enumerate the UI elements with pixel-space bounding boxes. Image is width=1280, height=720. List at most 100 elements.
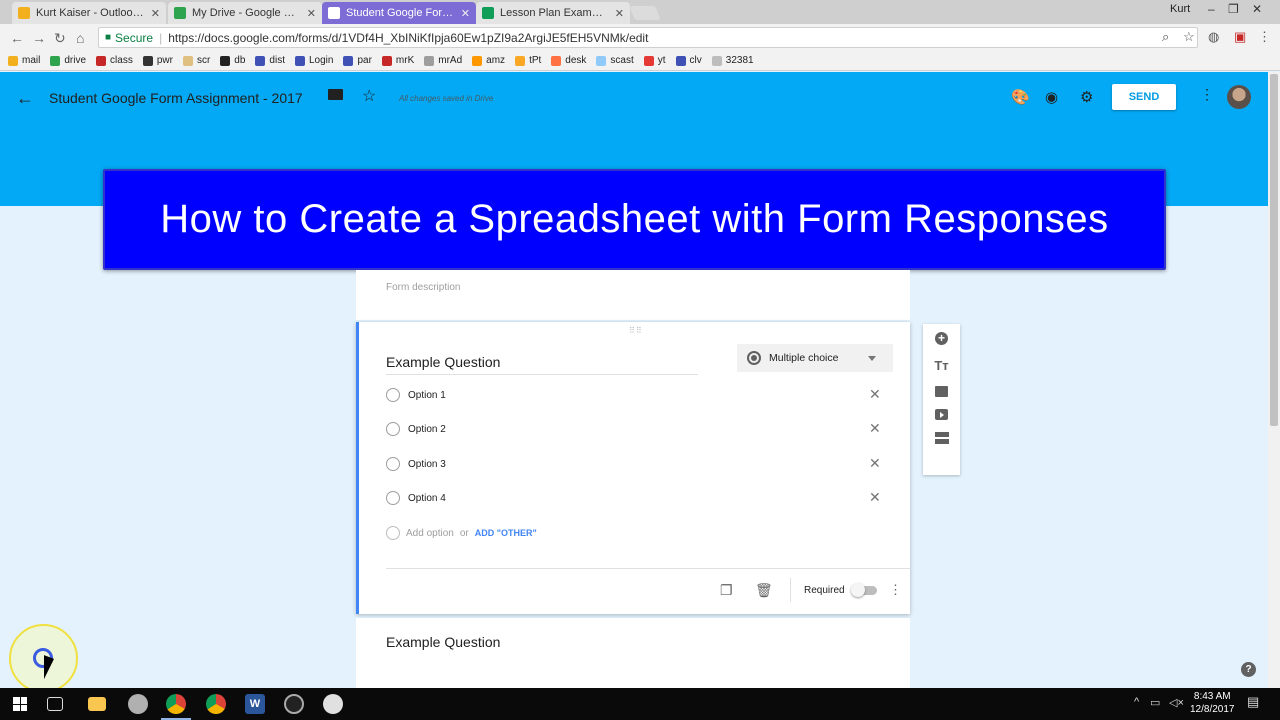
browser-tab-outlook[interactable]: Kurt Kaiser - Outlook W ✕	[12, 2, 166, 24]
notifications-icon[interactable]: ▤	[1247, 694, 1259, 710]
question-more-icon[interactable]: ⋮	[889, 582, 902, 598]
profile-name[interactable]: Kurt	[1170, 3, 1190, 15]
extension-red-icon[interactable]: ▣	[1234, 29, 1246, 45]
media-app-icon[interactable]	[284, 694, 304, 714]
add-other-link[interactable]: ADD "OTHER"	[475, 528, 537, 538]
back-arrow-icon[interactable]: ←	[16, 88, 34, 109]
question-card[interactable]: Example Question	[356, 618, 910, 688]
bookmark-item[interactable]: amz	[472, 55, 505, 66]
tab-close-icon[interactable]: ✕	[151, 7, 160, 20]
volume-icon[interactable]: ◁×	[1169, 696, 1184, 709]
bookmark-item[interactable]: mrAd	[424, 55, 462, 66]
bookmark-item[interactable]: scast	[596, 55, 634, 66]
bookmark-item[interactable]: clv	[675, 55, 702, 66]
tab-close-icon[interactable]: ✕	[461, 7, 470, 20]
option-row[interactable]: Option 3	[386, 457, 446, 471]
drag-handle-icon[interactable]: ⠿⠿	[629, 326, 643, 335]
browser-tab-forms[interactable]: Student Google Form A ✕	[322, 2, 476, 24]
settings-gear-icon[interactable]: ⚙	[1080, 88, 1093, 106]
restore-icon[interactable]: ❐	[1228, 2, 1239, 16]
word-icon[interactable]: W	[245, 694, 265, 714]
tab-close-icon[interactable]: ✕	[307, 7, 316, 20]
add-option-link[interactable]: Add option	[406, 528, 454, 539]
bookmark-icon	[50, 55, 61, 66]
option-label[interactable]: Option 3	[408, 459, 446, 470]
question-title[interactable]: Example Question	[386, 634, 500, 650]
bookmark-item[interactable]: class	[96, 55, 133, 66]
chrome-icon[interactable]	[166, 694, 186, 714]
browser-tab-drive[interactable]: My Drive - Google Drive ✕	[168, 2, 322, 24]
add-video-icon[interactable]	[935, 409, 948, 420]
url-field[interactable]: ■ Secure | https://docs.google.com/forms…	[98, 27, 1198, 48]
option-label[interactable]: Option 4	[408, 493, 446, 504]
extension-icon[interactable]: ◍	[1208, 29, 1219, 45]
bookmark-item[interactable]: 32381	[711, 55, 754, 66]
reload-icon[interactable]: ↻	[54, 30, 66, 47]
option-label[interactable]: Option 2	[408, 424, 446, 435]
windows-start-icon[interactable]	[10, 694, 30, 714]
bookmark-item[interactable]: drive	[50, 55, 86, 66]
option-row[interactable]: Option 4	[386, 491, 446, 505]
bookmark-item[interactable]: desk	[551, 55, 586, 66]
bookmark-item[interactable]: par	[343, 55, 372, 66]
browser-tab-sheets[interactable]: Lesson Plan Example Stu ✕	[476, 2, 630, 24]
send-button[interactable]: SEND	[1112, 84, 1176, 110]
network-icon[interactable]: ▭	[1150, 696, 1160, 709]
file-explorer-icon[interactable]	[88, 697, 106, 711]
star-icon[interactable]: ☆	[362, 86, 376, 106]
question-title-field[interactable]: Example Question	[386, 354, 698, 375]
remove-option-icon[interactable]: ✕	[869, 386, 881, 403]
tab-close-icon[interactable]: ✕	[615, 7, 624, 20]
bookmark-item[interactable]: Login	[294, 55, 333, 66]
add-section-icon[interactable]	[934, 432, 949, 444]
question-card[interactable]: ⠿⠿ Example Question Multiple choice Opti…	[356, 322, 910, 614]
zoom-search-icon[interactable]: ⌕	[1162, 29, 1169, 45]
bookmark-item[interactable]: yt	[643, 55, 666, 66]
add-question-icon[interactable]: +	[935, 332, 948, 345]
duplicate-icon[interactable]: ❐	[720, 582, 733, 599]
back-icon[interactable]: ←	[10, 30, 24, 46]
scrollbar-thumb[interactable]	[1270, 74, 1278, 426]
option-row[interactable]: Option 2	[386, 422, 446, 436]
bookmark-label: drive	[64, 55, 87, 66]
home-icon[interactable]: ⌂	[76, 30, 84, 46]
form-title[interactable]: Student Google Form Assignment - 2017	[49, 90, 303, 106]
form-description-placeholder[interactable]: Form description	[386, 282, 460, 293]
globe-app-icon[interactable]	[323, 694, 343, 714]
option-row[interactable]: Option 1	[386, 388, 446, 402]
remove-option-icon[interactable]: ✕	[869, 489, 881, 506]
bookmark-item[interactable]: db	[220, 55, 245, 66]
minimize-icon[interactable]: –	[1208, 2, 1215, 16]
delete-trash-icon[interactable]: 🗑	[755, 582, 773, 599]
bookmark-item[interactable]: scr	[182, 55, 210, 66]
option-label[interactable]: Option 1	[408, 390, 446, 401]
bookmark-item[interactable]: mail	[8, 55, 40, 66]
tray-overflow-icon[interactable]: ^	[1134, 696, 1139, 708]
forward-icon[interactable]: →	[32, 30, 46, 46]
bookmark-item[interactable]: mrK	[381, 55, 414, 66]
taskbar-clock[interactable]: 8:43 AM 12/8/2017	[1190, 690, 1235, 716]
bookmark-item[interactable]: pwr	[142, 55, 173, 66]
task-view-icon[interactable]	[47, 697, 63, 711]
bookmark-item[interactable]: tPt	[515, 55, 541, 66]
add-title-icon[interactable]: Tт	[934, 357, 950, 374]
avatar[interactable]	[1227, 85, 1251, 109]
chrome-menu-icon[interactable]: ⋮	[1258, 29, 1271, 45]
app-icon[interactable]	[128, 694, 148, 714]
bookmark-star-icon[interactable]: ☆	[1183, 29, 1195, 45]
close-window-icon[interactable]: ✕	[1252, 2, 1262, 16]
palette-icon[interactable]: 🎨	[1011, 88, 1030, 106]
chrome-profile-icon[interactable]	[206, 694, 226, 714]
remove-option-icon[interactable]: ✕	[869, 420, 881, 437]
help-icon[interactable]: ?	[1241, 662, 1256, 677]
question-type-dropdown[interactable]: Multiple choice	[737, 344, 893, 372]
remove-option-icon[interactable]: ✕	[869, 455, 881, 472]
add-image-icon[interactable]	[935, 386, 948, 397]
bookmark-item[interactable]: dist	[255, 55, 285, 66]
tab-label: Kurt Kaiser - Outlook W	[36, 7, 145, 19]
more-options-icon[interactable]: ⋮	[1200, 86, 1214, 103]
required-toggle[interactable]	[851, 583, 877, 597]
folder-icon[interactable]	[328, 89, 343, 100]
preview-eye-icon[interactable]: ◉	[1045, 88, 1058, 106]
new-tab-button[interactable]	[629, 6, 661, 20]
